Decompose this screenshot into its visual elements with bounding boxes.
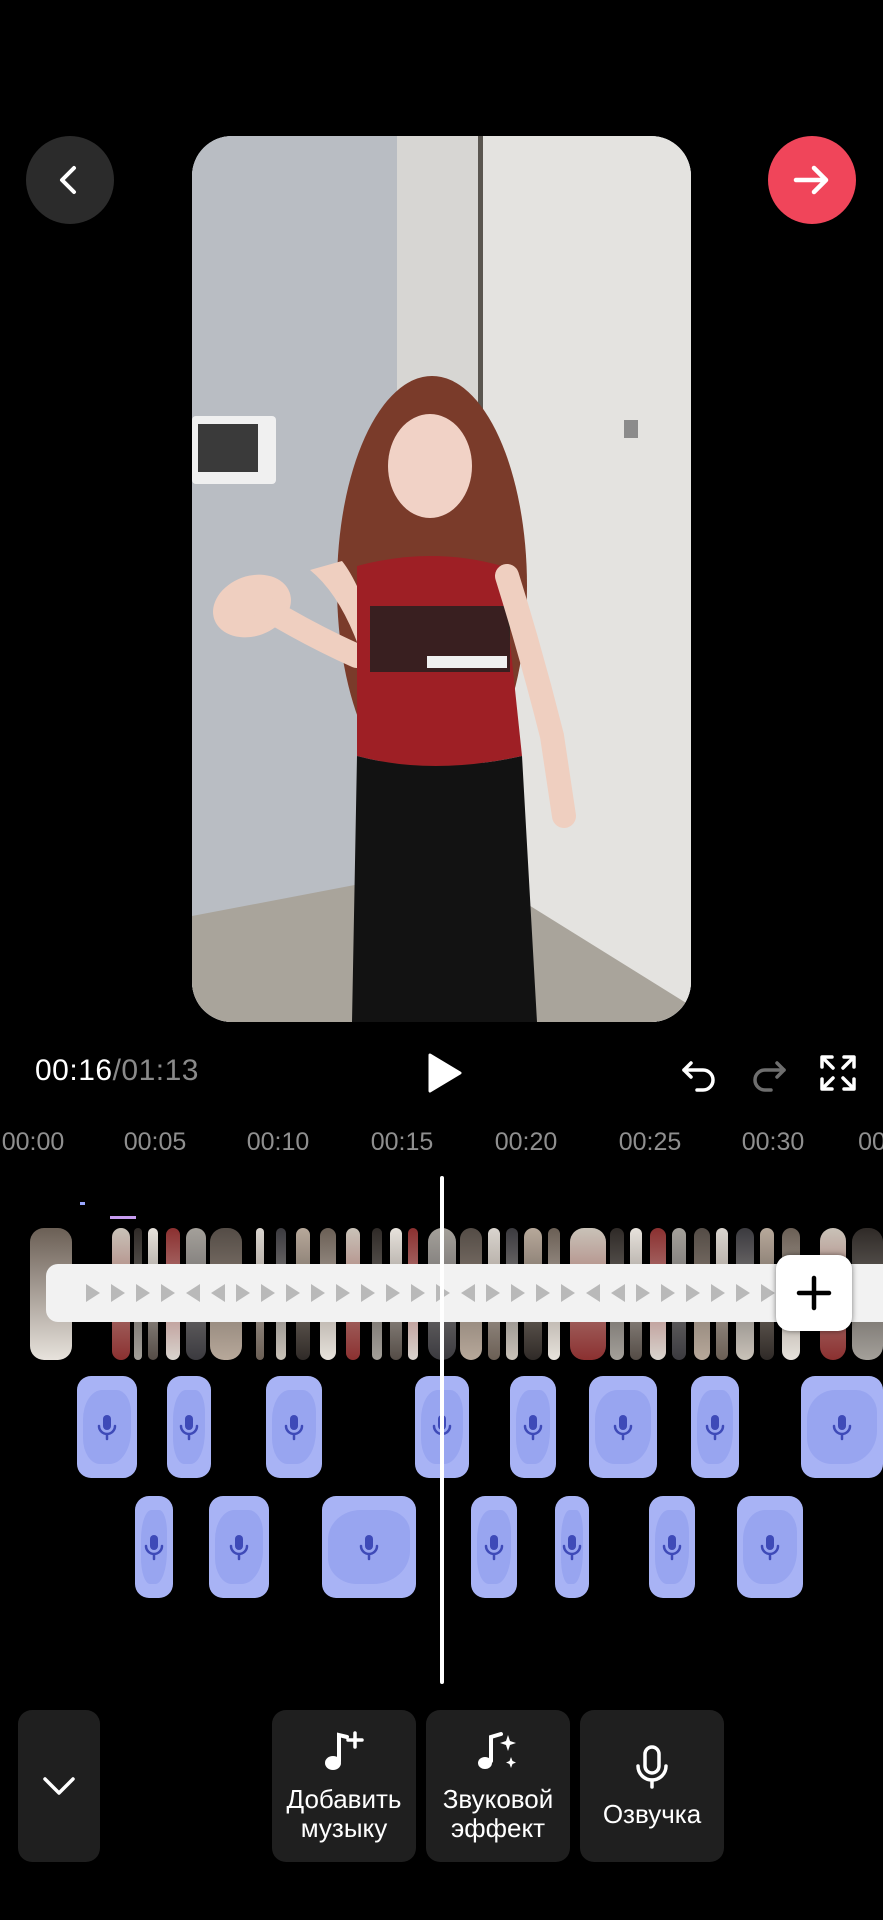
transition-marker-right[interactable] [536,1284,550,1302]
microphone-icon [144,1535,164,1561]
play-icon [428,1053,462,1093]
microphone-icon [359,1535,379,1561]
microphone-icon [284,1415,304,1441]
ruler-tick: 00:30 [741,1128,805,1156]
transition-marker-left[interactable] [211,1284,225,1302]
collapse-button[interactable] [18,1710,100,1862]
voiceover-clip[interactable] [167,1376,211,1478]
transition-marker-left[interactable] [586,1284,600,1302]
transition-marker-right[interactable] [511,1284,525,1302]
ruler-tick: 00:10 [246,1128,310,1156]
add-music-label: Добавить музыку [286,1784,402,1843]
transition-marker-left[interactable] [186,1284,200,1302]
ruler-tick: 00:25 [618,1128,682,1156]
ruler-tick: 00:20 [494,1128,558,1156]
back-button[interactable] [26,136,114,224]
transition-marker-right[interactable] [261,1284,275,1302]
ruler-tick: 00:00 [1,1128,65,1156]
voiceover-button[interactable]: Озвучка [580,1710,724,1862]
voiceover-clip[interactable] [649,1496,695,1598]
redo-icon [753,1061,786,1092]
ruler-tick: 00:05 [123,1128,187,1156]
transition-marker-right[interactable] [336,1284,350,1302]
voiceover-clip[interactable] [77,1376,137,1478]
current-time: 00:16 [35,1054,113,1087]
transition-marker-right[interactable] [761,1284,775,1302]
transition-marker-right[interactable] [636,1284,650,1302]
voiceover-clip[interactable] [691,1376,739,1478]
microphone-icon [484,1535,504,1561]
ruler-tick: 00 [858,1128,883,1156]
timeline-markers [80,1202,136,1219]
transition-marker-right[interactable] [86,1284,100,1302]
microphone-icon [760,1535,780,1561]
sound-effect-label: Звуковой эффект [442,1784,554,1843]
transition-marker-right[interactable] [136,1284,150,1302]
video-preview[interactable] [192,136,691,1022]
transition-marker-right[interactable] [711,1284,725,1302]
microphone-icon [636,1744,668,1789]
video-frame [192,136,691,1022]
transition-marker-right[interactable] [311,1284,325,1302]
microphone-icon [832,1415,852,1441]
music-note-plus-icon [325,1731,364,1770]
transition-marker-left[interactable] [611,1284,625,1302]
voiceover-clip[interactable] [322,1496,416,1598]
voiceover-clip[interactable] [801,1376,883,1478]
voiceover-clip[interactable] [510,1376,556,1478]
transition-marker-right[interactable] [411,1284,425,1302]
transition-marker-right[interactable] [686,1284,700,1302]
play-button[interactable] [419,1048,469,1098]
microphone-icon [705,1415,725,1441]
transition-marker-right[interactable] [486,1284,500,1302]
undo-icon [682,1061,715,1092]
microphone-icon [179,1415,199,1441]
transition-marker-right[interactable] [236,1284,250,1302]
transition-marker-right[interactable] [361,1284,375,1302]
chevron-left-icon [60,166,76,194]
microphone-icon [662,1535,682,1561]
music-sparkle-icon [478,1732,516,1769]
playhead[interactable] [440,1176,444,1684]
voiceover-clip[interactable] [737,1496,803,1598]
sound-effect-button[interactable]: Звуковой эффект [426,1710,570,1862]
voiceover-clip[interactable] [471,1496,517,1598]
voiceover-clip[interactable] [135,1496,173,1598]
fullscreen-button[interactable] [815,1050,861,1096]
fullscreen-icon [820,1055,856,1091]
microphone-icon [523,1415,543,1441]
transition-marker-right[interactable] [286,1284,300,1302]
transition-marker-right[interactable] [386,1284,400,1302]
undo-button[interactable] [676,1050,722,1096]
transition-marker-right[interactable] [161,1284,175,1302]
next-button[interactable] [768,136,856,224]
microphone-icon [229,1535,249,1561]
voiceover-clip[interactable] [209,1496,269,1598]
redo-button[interactable] [746,1050,792,1096]
transition-marker-right[interactable] [561,1284,575,1302]
transition-marker-right[interactable] [736,1284,750,1302]
transition-marker-left[interactable] [461,1284,475,1302]
total-time: 01:13 [121,1054,199,1087]
arrow-right-icon [793,165,829,195]
timeline-ruler: 00:00 00:05 00:10 00:15 00:20 00:25 00:3… [0,1128,883,1164]
voiceover-clip[interactable] [589,1376,657,1478]
plus-icon [796,1275,832,1311]
transition-marker-right[interactable] [111,1284,125,1302]
transition-marker-right[interactable] [661,1284,675,1302]
microphone-icon [97,1415,117,1441]
voiceover-clip[interactable] [555,1496,589,1598]
microphone-icon [562,1535,582,1561]
ruler-tick: 00:15 [370,1128,434,1156]
playback-time: 00:16/01:13 [35,1054,199,1088]
voiceover-clip[interactable] [266,1376,322,1478]
chevron-down-icon [43,1777,75,1795]
transition-strip[interactable] [46,1264,883,1322]
add-music-button[interactable]: Добавить музыку [272,1710,416,1862]
video-editor-screen: 00:16/01:13 00:00 00:05 00:10 00:15 00:2… [0,0,883,1920]
microphone-icon [613,1415,633,1441]
add-clip-button[interactable] [776,1255,852,1331]
voiceover-label: Озвучка [602,1798,702,1829]
